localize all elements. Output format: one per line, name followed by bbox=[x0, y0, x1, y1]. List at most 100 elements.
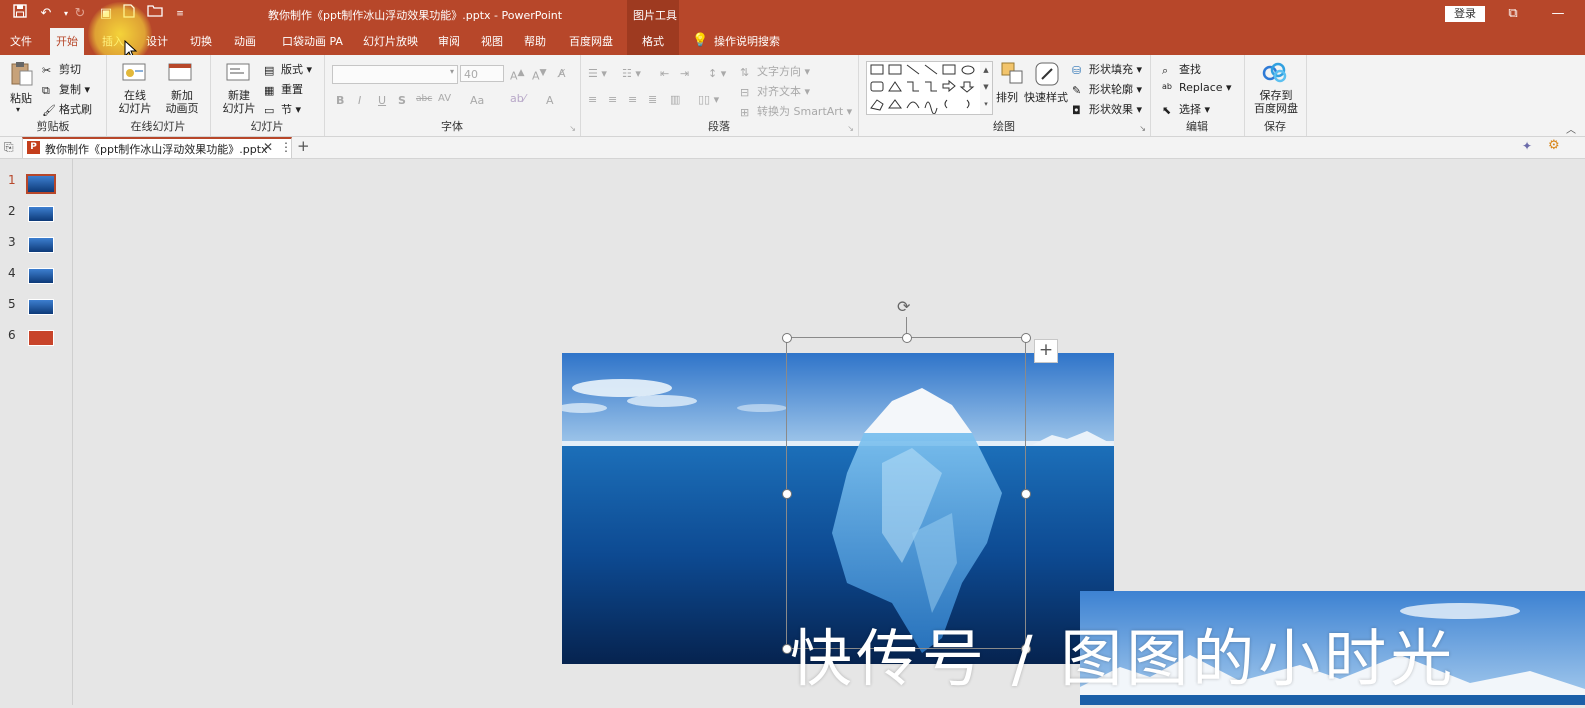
paste-dropdown-icon[interactable]: ▾ bbox=[16, 105, 20, 114]
new-slide-icon[interactable] bbox=[226, 61, 250, 85]
new-animation-page-button[interactable]: 新加 动画页 bbox=[160, 89, 204, 115]
slide-thumbnail-5[interactable] bbox=[28, 299, 54, 315]
strikethrough-button[interactable]: abc bbox=[416, 94, 432, 104]
font-size-combo[interactable]: 40 bbox=[460, 65, 504, 82]
shape-fill-button[interactable]: ⛁ 形状填充 ▾ bbox=[1072, 61, 1142, 77]
shapes-gallery[interactable] bbox=[866, 61, 982, 115]
shapes-gallery-scroll[interactable]: ▲ ▼ ▾ bbox=[980, 61, 993, 115]
close-tab-icon[interactable]: ✕ bbox=[263, 140, 273, 154]
italic-button[interactable]: I bbox=[358, 94, 361, 107]
tab-home[interactable]: 开始 bbox=[50, 28, 84, 55]
font-color-button[interactable]: A bbox=[546, 94, 554, 107]
quick-styles-button[interactable]: 快速样式 bbox=[1024, 89, 1068, 105]
arrange-button[interactable]: 排列 bbox=[996, 89, 1018, 105]
numbering-icon[interactable]: ☷ ▾ bbox=[622, 67, 641, 80]
tab-slideshow[interactable]: 幻灯片放映 bbox=[357, 28, 424, 55]
tab-list-icon[interactable]: ⎘ bbox=[4, 140, 14, 155]
resize-handle[interactable] bbox=[1021, 333, 1031, 343]
bold-button[interactable]: B bbox=[336, 94, 344, 107]
tab-pocket-animation[interactable]: 口袋动画 PA bbox=[276, 28, 349, 55]
tab-format[interactable]: 格式 bbox=[627, 28, 679, 55]
tab-more-icon[interactable]: ⋮ bbox=[280, 140, 292, 154]
font-name-combo[interactable]: ▾ bbox=[332, 65, 458, 84]
collapse-ribbon-icon[interactable]: ︿ bbox=[1566, 121, 1576, 136]
arrange-icon[interactable] bbox=[1000, 61, 1024, 85]
baidu-netdisk-icon[interactable] bbox=[1262, 61, 1287, 85]
customize-quick-access-icon[interactable]: ≡ bbox=[170, 4, 190, 24]
undo-icon[interactable]: ↶ bbox=[36, 4, 56, 24]
quick-styles-icon[interactable] bbox=[1034, 61, 1059, 86]
settings-gear-icon[interactable]: ⚙ bbox=[1548, 138, 1560, 153]
copy-button[interactable]: ⧉ 复制 ▾ bbox=[42, 81, 90, 97]
slide-thumbnail-3[interactable] bbox=[28, 237, 54, 253]
save-icon[interactable] bbox=[10, 4, 30, 24]
replace-button[interactable]: ab Replace ▾ bbox=[1162, 81, 1232, 94]
slide-thumbnail-6[interactable] bbox=[28, 330, 54, 346]
slide-thumbnail-4[interactable] bbox=[28, 268, 54, 284]
font-dialog-launcher-icon[interactable]: ↘ bbox=[569, 124, 576, 133]
rotation-handle-icon[interactable]: ⟳ bbox=[897, 297, 910, 316]
align-text-button[interactable]: ⊟ 对齐文本 ▾ bbox=[740, 83, 810, 99]
increase-indent-icon[interactable]: ⇥ bbox=[680, 67, 689, 80]
text-direction-button[interactable]: ⇅ 文字方向 ▾ bbox=[740, 63, 810, 79]
paste-button[interactable]: 粘贴 bbox=[10, 90, 32, 106]
shadow-button[interactable]: S bbox=[398, 94, 406, 107]
tab-review[interactable]: 审阅 bbox=[432, 28, 466, 55]
tab-help[interactable]: 帮助 bbox=[518, 28, 552, 55]
shrink-font-icon[interactable]: A▼ bbox=[532, 67, 547, 83]
cut-button[interactable]: ✂ 剪切 bbox=[42, 61, 81, 77]
resize-handle[interactable] bbox=[1021, 489, 1031, 499]
justify-icon[interactable]: ≣ bbox=[648, 93, 657, 106]
decrease-indent-icon[interactable]: ⇤ bbox=[660, 67, 669, 80]
columns-icon[interactable]: ▯▯ ▾ bbox=[698, 93, 719, 106]
grow-font-icon[interactable]: A▲ bbox=[510, 67, 525, 83]
clear-formatting-icon[interactable]: A̸ bbox=[558, 67, 566, 80]
tool-icon[interactable]: ✦ bbox=[1522, 139, 1532, 153]
new-animation-page-icon[interactable] bbox=[168, 61, 192, 85]
section-button[interactable]: ▭ 节 ▾ bbox=[264, 101, 301, 117]
tab-animations[interactable]: 动画 bbox=[228, 28, 262, 55]
save-to-baidu-button[interactable]: 保存到 百度网盘 bbox=[1252, 89, 1300, 115]
character-spacing-button[interactable]: AV bbox=[438, 93, 451, 104]
underline-button[interactable]: U bbox=[378, 94, 386, 107]
distributed-icon[interactable]: ▥ bbox=[670, 93, 680, 106]
layout-options-icon[interactable]: + bbox=[1034, 339, 1058, 363]
bullets-icon[interactable]: ☰ ▾ bbox=[588, 67, 607, 80]
resize-handle[interactable] bbox=[782, 333, 792, 343]
slide-thumbnail-2[interactable] bbox=[28, 206, 54, 222]
login-button[interactable]: 登录 bbox=[1445, 6, 1485, 22]
tab-view[interactable]: 视图 bbox=[475, 28, 509, 55]
tab-transitions[interactable]: 切换 bbox=[184, 28, 218, 55]
align-center-icon[interactable]: ≡ bbox=[608, 93, 617, 106]
ribbon-display-options-icon[interactable]: ⧉ bbox=[1503, 4, 1523, 24]
slide-thumbnail-1[interactable] bbox=[26, 174, 56, 194]
tab-file[interactable]: 文件 bbox=[4, 28, 38, 55]
paste-icon[interactable] bbox=[10, 61, 34, 86]
line-spacing-icon[interactable]: ↕ ▾ bbox=[708, 67, 726, 80]
format-painter-button[interactable]: 🖌 格式刷 bbox=[42, 101, 92, 117]
highlight-color-icon[interactable]: ab⁄ bbox=[510, 92, 526, 105]
tell-me-search[interactable]: 操作说明搜索 bbox=[708, 28, 786, 55]
convert-smartart-button[interactable]: ⊞ 转换为 SmartArt ▾ bbox=[740, 103, 852, 119]
document-tab[interactable]: P 教你制作《ppt制作冰山浮动效果功能》.pptx ✕ ⋮ bbox=[22, 137, 292, 158]
online-slides-button[interactable]: 在线 幻灯片 bbox=[116, 89, 154, 115]
change-case-button[interactable]: Aa bbox=[470, 94, 484, 107]
redo-icon[interactable]: ↻ bbox=[70, 4, 90, 24]
find-button[interactable]: ⌕ 查找 bbox=[1162, 61, 1201, 77]
align-right-icon[interactable]: ≡ bbox=[628, 93, 637, 106]
paragraph-dialog-launcher-icon[interactable]: ↘ bbox=[847, 124, 854, 133]
minimize-icon[interactable]: — bbox=[1548, 4, 1568, 24]
shape-effects-button[interactable]: ◘ 形状效果 ▾ bbox=[1072, 101, 1142, 117]
tab-baidu-netdisk[interactable]: 百度网盘 bbox=[563, 28, 619, 55]
shape-outline-button[interactable]: ✎ 形状轮廓 ▾ bbox=[1072, 81, 1142, 97]
online-slides-icon[interactable] bbox=[122, 61, 146, 85]
layout-button[interactable]: ▤ 版式 ▾ bbox=[264, 61, 312, 77]
align-left-icon[interactable]: ≡ bbox=[588, 93, 597, 106]
reset-button[interactable]: ▦ 重置 bbox=[264, 81, 303, 97]
new-slide-button[interactable]: 新建 幻灯片 bbox=[218, 89, 260, 115]
selection-box[interactable] bbox=[786, 337, 1026, 649]
resize-handle[interactable] bbox=[782, 489, 792, 499]
new-tab-icon[interactable]: + bbox=[297, 137, 310, 155]
select-button[interactable]: ⬉ 选择 ▾ bbox=[1162, 101, 1210, 117]
drawing-dialog-launcher-icon[interactable]: ↘ bbox=[1139, 124, 1146, 133]
